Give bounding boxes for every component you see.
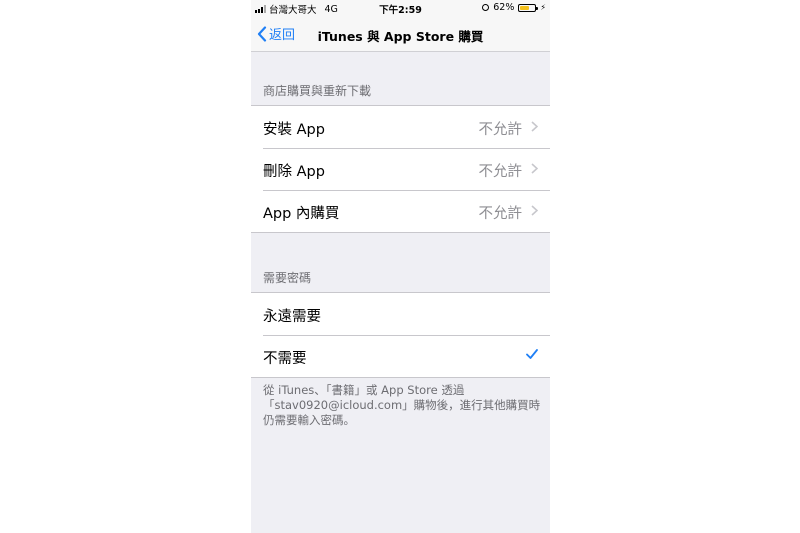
row-label: 不需要 xyxy=(263,351,307,367)
row-label: 安裝 App xyxy=(263,122,325,138)
section-header-purchases: 商店購買與重新下載 xyxy=(263,84,372,98)
section-header-password: 需要密碼 xyxy=(263,271,312,285)
row-label: 刪除 App xyxy=(263,164,325,180)
row-delete-apps[interactable]: 刪除 App 不允許 xyxy=(251,148,550,190)
chevron-right-icon xyxy=(531,121,538,132)
bolt-icon: ⚡ xyxy=(540,2,546,12)
alarm-icon xyxy=(482,4,490,11)
purchases-group: 安裝 App 不允許 刪除 App 不允許 App 內購買 不允許 xyxy=(251,105,550,233)
battery-percent: 62% xyxy=(493,2,515,13)
password-group: 永遠需要 不需要 xyxy=(251,292,550,378)
row-always-require[interactable]: 永遠需要 xyxy=(251,293,550,335)
row-label: App 內購買 xyxy=(263,206,340,222)
row-in-app-purchases[interactable]: App 內購買 不允許 xyxy=(251,190,550,232)
row-label: 永遠需要 xyxy=(263,309,321,325)
settings-screen: 台灣大哥大 4G 下午2:59 62% ⚡ 返回 iTunes 與 App St… xyxy=(251,0,550,533)
row-value: 不允許 xyxy=(478,122,523,138)
page-title: iTunes 與 App Store 購買 xyxy=(317,29,484,44)
row-value: 不允許 xyxy=(478,164,523,180)
status-bar: 台灣大哥大 4G 下午2:59 62% ⚡ xyxy=(251,0,550,17)
section-footer-note: 從 iTunes、「書籍」或 App Store 透過「stav0920@icl… xyxy=(263,383,541,427)
chevron-right-icon xyxy=(531,205,538,216)
chevron-right-icon xyxy=(531,163,538,174)
checkmark-icon xyxy=(526,349,538,359)
row-value: 不允許 xyxy=(478,206,523,222)
battery-fill xyxy=(520,5,530,10)
row-install-apps[interactable]: 安裝 App 不允許 xyxy=(251,106,550,148)
row-not-required[interactable]: 不需要 xyxy=(251,335,550,377)
navigation-bar: 返回 iTunes 與 App Store 購買 xyxy=(251,17,550,52)
battery-icon xyxy=(518,3,539,12)
